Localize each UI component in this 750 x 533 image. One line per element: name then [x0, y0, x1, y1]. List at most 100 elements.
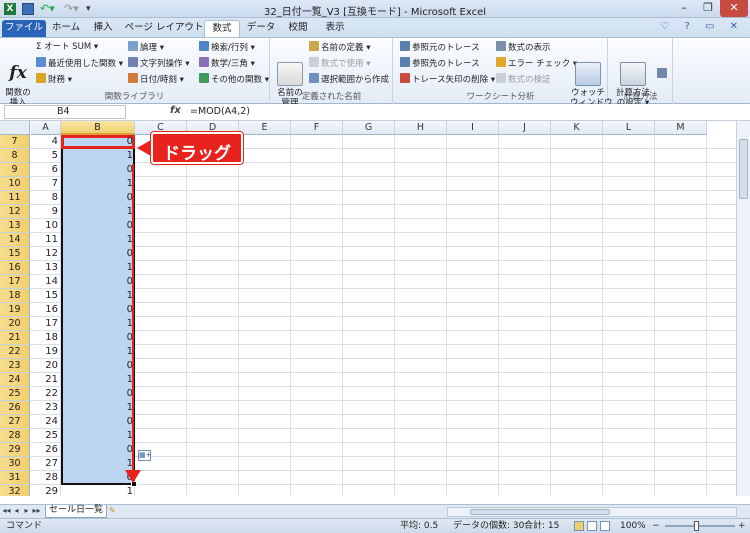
error-check-button[interactable]: エラー チェック ▾	[496, 57, 577, 70]
cell-b[interactable]: 0	[61, 359, 133, 373]
tab-insert[interactable]: 挿入	[86, 20, 120, 37]
cell-a[interactable]: 20	[30, 359, 58, 373]
create-from-selection-button[interactable]: 選択範囲から作成	[309, 73, 389, 86]
page-layout-view-button[interactable]	[587, 521, 597, 531]
row-header[interactable]: 22	[0, 345, 30, 359]
remove-arrows-button[interactable]: トレース矢印の削除 ▾	[400, 73, 495, 86]
zoom-slider-knob[interactable]	[694, 521, 699, 531]
row-header[interactable]: 30	[0, 457, 30, 471]
cell-a[interactable]: 17	[30, 317, 58, 331]
next-sheet-button[interactable]: ▸	[22, 506, 31, 515]
row-header[interactable]: 7	[0, 135, 30, 149]
zoom-slider[interactable]	[665, 525, 735, 527]
cell-b[interactable]: 1	[61, 485, 133, 496]
cell-b[interactable]: 0	[61, 219, 133, 233]
cell-a[interactable]: 28	[30, 471, 58, 485]
row-header[interactable]: 11	[0, 191, 30, 205]
cell-b[interactable]: 1	[61, 457, 133, 471]
cell-b[interactable]: 1	[61, 289, 133, 303]
page-break-view-button[interactable]	[600, 521, 610, 531]
cell-a[interactable]: 11	[30, 233, 58, 247]
cell-b[interactable]: 0	[61, 331, 133, 345]
cell-b[interactable]: 1	[61, 429, 133, 443]
cell-b[interactable]: 0	[61, 275, 133, 289]
vertical-scrollbar[interactable]	[736, 121, 750, 496]
cell-a[interactable]: 21	[30, 373, 58, 387]
cell-a[interactable]: 7	[30, 177, 58, 191]
cell-a[interactable]: 4	[30, 135, 58, 149]
prev-sheet-button[interactable]: ◂	[12, 506, 21, 515]
column-header-a[interactable]: A	[31, 121, 61, 135]
horizontal-scrollbar[interactable]	[447, 507, 737, 517]
last-sheet-button[interactable]: ▸▸	[32, 506, 41, 515]
financial-button[interactable]: 財務 ▾	[36, 73, 72, 86]
calculate-now-icon[interactable]	[657, 48, 667, 58]
cell-b[interactable]: 0	[61, 387, 133, 401]
cell-b[interactable]: 1	[61, 317, 133, 331]
zoom-in-button[interactable]: +	[738, 520, 746, 533]
trace-dependents-button[interactable]: 参照先のトレース	[400, 57, 480, 70]
tab-data[interactable]: データ	[243, 20, 279, 37]
row-header[interactable]: 31	[0, 471, 30, 485]
show-formulas-button[interactable]: 数式の表示	[496, 41, 551, 54]
cell-b[interactable]: 0	[61, 163, 133, 177]
cell-a[interactable]: 24	[30, 415, 58, 429]
zoom-level[interactable]: 100%	[620, 520, 646, 533]
calculate-sheet-icon[interactable]	[657, 68, 667, 78]
tab-formulas[interactable]: 数式	[204, 20, 240, 37]
column-header-g[interactable]: G	[343, 121, 395, 135]
evaluate-formula-button[interactable]: 数式の検証	[496, 73, 551, 86]
formula-input[interactable]: =MOD(A4,2)	[190, 106, 250, 117]
cell-a[interactable]: 26	[30, 443, 58, 457]
row-header[interactable]: 24	[0, 373, 30, 387]
trace-precedents-button[interactable]: 参照元のトレース	[400, 41, 480, 54]
close-button[interactable]: ✕	[720, 0, 748, 17]
worksheet-grid[interactable]: ABCDEFGHIJKLM 7 4 0 8 5 1 9 6 0 10 7 1 11 8 0 12 9 1 13 10 0…	[0, 121, 750, 496]
cell-b[interactable]: 1	[61, 401, 133, 415]
cell-a[interactable]: 8	[30, 191, 58, 205]
cell-b[interactable]: 1	[61, 233, 133, 247]
row-header[interactable]: 28	[0, 429, 30, 443]
horizontal-scroll-thumb[interactable]	[470, 509, 610, 515]
minimize-button[interactable]: –	[672, 0, 696, 17]
row-header[interactable]: 8	[0, 149, 30, 163]
tab-file[interactable]: ファイル	[2, 20, 46, 37]
tab-home[interactable]: ホーム	[48, 20, 84, 37]
column-header-f[interactable]: F	[291, 121, 343, 135]
row-header[interactable]: 13	[0, 219, 30, 233]
column-header-h[interactable]: H	[395, 121, 447, 135]
column-header-i[interactable]: I	[447, 121, 499, 135]
datetime-button[interactable]: 日付/時刻 ▾	[128, 73, 184, 86]
column-header-l[interactable]: L	[603, 121, 655, 135]
cell-a[interactable]: 10	[30, 219, 58, 233]
cell-b[interactable]: 1	[61, 261, 133, 275]
select-all-corner[interactable]	[0, 121, 30, 135]
row-header[interactable]: 17	[0, 275, 30, 289]
row-header[interactable]: 20	[0, 317, 30, 331]
cell-a[interactable]: 13	[30, 261, 58, 275]
text-button[interactable]: 文字列操作 ▾	[128, 57, 189, 70]
ribbon-window-controls[interactable]: ♡ ? ▭ ✕	[660, 21, 744, 32]
row-header[interactable]: 23	[0, 359, 30, 373]
row-header[interactable]: 15	[0, 247, 30, 261]
tab-page-layout[interactable]: ページ レイアウト	[124, 20, 204, 37]
normal-view-button[interactable]	[574, 521, 584, 531]
vertical-scroll-thumb[interactable]	[739, 139, 748, 199]
row-header[interactable]: 10	[0, 177, 30, 191]
cell-b[interactable]: 0	[61, 191, 133, 205]
autosum-button[interactable]: Σ オート SUM ▾	[36, 41, 98, 54]
zoom-out-button[interactable]: −	[652, 520, 660, 533]
column-header-k[interactable]: K	[551, 121, 603, 135]
cell-a[interactable]: 16	[30, 303, 58, 317]
row-header[interactable]: 29	[0, 443, 30, 457]
cell-a[interactable]: 5	[30, 149, 58, 163]
cell-a[interactable]: 15	[30, 289, 58, 303]
cell-a[interactable]: 18	[30, 331, 58, 345]
cell-a[interactable]: 12	[30, 247, 58, 261]
cell-a[interactable]: 6	[30, 163, 58, 177]
cell-b[interactable]: 0	[61, 415, 133, 429]
cell-b[interactable]: 1	[61, 177, 133, 191]
row-header[interactable]: 32	[0, 485, 30, 496]
fx-icon[interactable]: fx	[170, 105, 181, 116]
column-header-j[interactable]: J	[499, 121, 551, 135]
